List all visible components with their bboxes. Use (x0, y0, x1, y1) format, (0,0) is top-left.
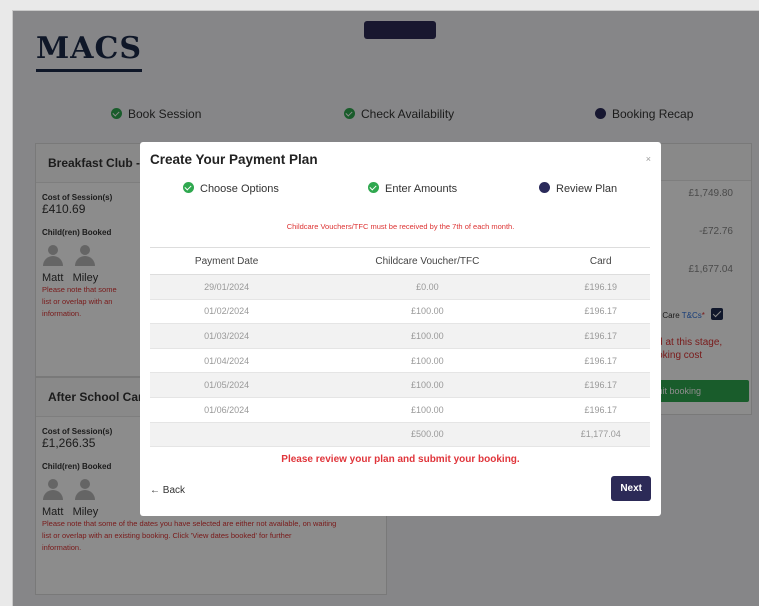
voucher-notice: Childcare Vouchers/TFC must be received … (286, 222, 515, 231)
payment-date (150, 422, 304, 448)
payment-date: 29/01/2024 (150, 274, 304, 300)
voucher-total: £500.00 (303, 422, 552, 448)
plan-step-label: Enter Amounts (385, 183, 458, 195)
table-row: 01/06/2024 £100.00 £196.17 (150, 397, 650, 423)
payment-date: 01/02/2024 (150, 299, 304, 325)
current-step-icon (539, 182, 550, 193)
review-message: Please review your plan and submit your … (281, 454, 520, 465)
check-icon (368, 182, 379, 193)
payment-plan-table: Payment Date Childcare Voucher/TFC Card … (150, 247, 650, 448)
table-row: 01/05/2024 £100.00 £196.17 (150, 372, 650, 398)
card-amount: £196.17 (551, 348, 650, 374)
card-amount: £196.17 (551, 372, 650, 398)
card-amount: £196.17 (551, 397, 650, 423)
table-row: 01/03/2024 £100.00 £196.17 (150, 323, 650, 349)
modal-title: Create Your Payment Plan (150, 152, 318, 167)
card-total: £1,177.04 (551, 422, 650, 448)
column-header: Payment Date (150, 247, 304, 275)
plan-step-label: Choose Options (200, 183, 279, 195)
table-total-row: £500.00 £1,177.04 (150, 422, 650, 448)
payment-date: 01/05/2024 (150, 372, 304, 398)
payment-plan-modal: Create Your Payment Plan × Choose Option… (140, 142, 661, 516)
table-header-row: Payment Date Childcare Voucher/TFC Card (150, 247, 650, 275)
table-row: 01/04/2024 £100.00 £196.17 (150, 348, 650, 374)
back-button[interactable]: ← Back (150, 485, 185, 496)
payment-date: 01/03/2024 (150, 323, 304, 349)
voucher-amount: £100.00 (303, 397, 552, 423)
column-header: Card (551, 247, 650, 275)
voucher-amount: £100.00 (303, 299, 552, 325)
table-row: 01/02/2024 £100.00 £196.17 (150, 299, 650, 325)
table-row: 29/01/2024 £0.00 £196.19 (150, 274, 650, 300)
card-amount: £196.17 (551, 299, 650, 325)
payment-date: 01/06/2024 (150, 397, 304, 423)
plan-step-review-plan: Review Plan (539, 182, 617, 195)
close-icon[interactable]: × (646, 154, 651, 164)
voucher-amount: £100.00 (303, 372, 552, 398)
check-icon (183, 182, 194, 193)
payment-date: 01/04/2024 (150, 348, 304, 374)
column-header: Childcare Voucher/TFC (303, 247, 552, 275)
plan-step-enter-amounts: Enter Amounts (368, 182, 457, 195)
plan-step-choose-options: Choose Options (183, 182, 279, 195)
browser-frame: MACS Book Session Check Availability Boo… (12, 10, 759, 606)
next-button[interactable]: Next (611, 476, 651, 501)
card-amount: £196.17 (551, 323, 650, 349)
voucher-amount: £100.00 (303, 323, 552, 349)
plan-step-label: Review Plan (556, 183, 618, 195)
voucher-amount: £0.00 (303, 274, 552, 300)
card-amount: £196.19 (551, 274, 650, 300)
voucher-amount: £100.00 (303, 348, 552, 374)
